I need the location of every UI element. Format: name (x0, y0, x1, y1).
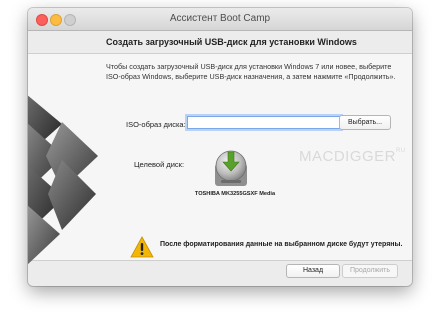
continue-button[interactable]: Продолжить (342, 264, 398, 278)
page-title: Создать загрузочный USB-диск для установ… (106, 37, 357, 47)
warning-text: После форматирования данные на выбранном… (160, 241, 403, 248)
window-title: Ассистент Boot Camp (169, 13, 271, 24)
title-bar[interactable]: Ассистент Boot Camp (28, 8, 412, 31)
external-disk-icon[interactable] (211, 150, 251, 188)
bootcamp-logo (28, 95, 98, 265)
iso-path-input[interactable] (187, 116, 341, 129)
browse-button[interactable]: Выбрать... (339, 115, 391, 130)
warning-icon (130, 236, 154, 258)
target-disk-label: Целевой диск: (134, 160, 185, 169)
watermark: MACDIGGERRU (299, 148, 406, 165)
instructions-text: Чтобы создать загрузочный USB-диск для у… (106, 62, 396, 81)
step-header: Создать загрузочный USB-диск для установ… (28, 31, 412, 51)
iso-label: ISO-образ диска: (126, 120, 186, 129)
bootcamp-window: Ассистент Boot Camp Создать загрузочный … (28, 8, 412, 286)
watermark-mark: RU (396, 148, 406, 154)
back-button[interactable]: Назад (286, 264, 340, 278)
watermark-text: MACDIGGER (299, 148, 397, 165)
content-pane: Чтобы создать загрузочный USB-диск для у… (28, 53, 412, 265)
disk-name: TOSHIBA MK3255GSXF Media (194, 191, 276, 197)
